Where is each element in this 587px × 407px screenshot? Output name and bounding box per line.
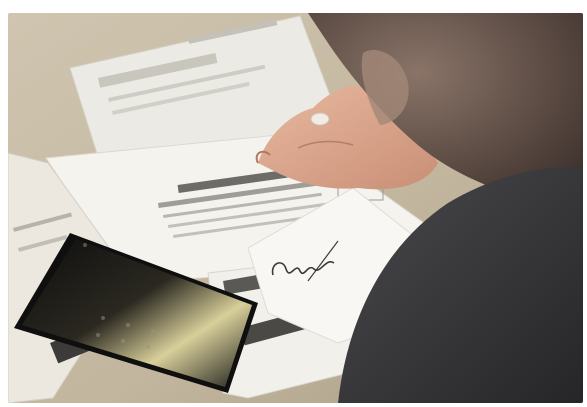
- pen-cap: [310, 112, 330, 126]
- photo-frame: [8, 13, 583, 403]
- desk-scene: [8, 13, 583, 403]
